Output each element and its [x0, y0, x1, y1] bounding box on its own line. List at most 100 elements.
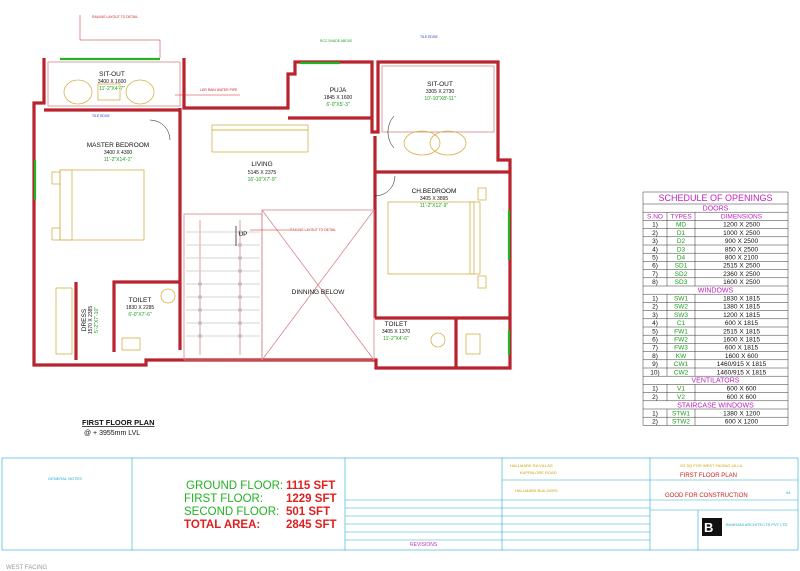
room-ch-bedroom-name: CH.BEDROOM — [412, 188, 457, 195]
title-block — [1, 457, 799, 551]
schedule-cell-type: FW2 — [674, 337, 688, 344]
schedule-table: SCHEDULE OF OPENINGS DOORS S.NO TYPES DIMENS… — [642, 191, 789, 426]
schedule-cell-sno: 6) — [652, 263, 658, 270]
room-puja-dim: 1845 X 1600 — [324, 95, 353, 101]
area-second-label: SECOND FLOOR: — [184, 506, 279, 518]
schedule-cell-type: D2 — [677, 238, 686, 245]
room-labels: SIT-OUT 3400 X 1600 11'-2"X4'-7" PUJA 18… — [81, 71, 456, 342]
area-total-label: TOTAL AREA: — [184, 519, 260, 531]
area-first-value: 1229 SFT — [286, 493, 337, 505]
firm-logo: B — [702, 518, 722, 536]
area-ground-value: 1115 SFT — [286, 480, 335, 492]
schedule-cell-sno: 3) — [652, 238, 658, 245]
schedule-title: SCHEDULE OF OPENINGS — [658, 193, 772, 203]
schedule-cell-sno: 8) — [652, 279, 658, 286]
room-sitout-2-dim: 3305 X 2730 — [426, 89, 455, 95]
schedule-cell-dim: 600 X 1200 — [725, 419, 759, 426]
schedule-cell-sno: 2) — [652, 230, 658, 237]
room-sitout-1-dim: 3400 X 1600 — [98, 79, 127, 85]
drawing-name: G2 SQ FOR WEST FACING VILLA — [680, 463, 743, 468]
schedule-cell-type: SD1 — [675, 263, 688, 270]
schedule-cell-dim: 1460/915 X 1815 — [717, 369, 767, 376]
sheet-number: 04 — [786, 490, 791, 495]
area-summary: GROUND FLOOR: 1115 SFT FIRST FLOOR: 1229… — [184, 480, 337, 531]
schedule-section-2: VENTILATORS — [692, 378, 740, 385]
area-ground-label: GROUND FLOOR: — [186, 480, 283, 492]
project-name: HALLMARK RA VILLAS — [510, 463, 553, 468]
schedule-cell-type: V1 — [677, 386, 685, 393]
schedule-cell-sno: 9) — [652, 361, 658, 368]
room-puja-ft: 6'-0"X5'-3" — [326, 102, 349, 108]
room-sitout-2-name: SIT-OUT — [427, 81, 453, 88]
title-block-text: GENERAL NOTES HALLMARK RA VILLAS KAPPALO… — [48, 463, 791, 548]
schedule-cell-sno: 1) — [652, 222, 658, 229]
room-master-bedroom-name: MASTER BEDROOM — [87, 142, 149, 149]
footer-text: WEST FACING — [6, 565, 48, 571]
schedule-cell-sno: 10) — [650, 369, 659, 376]
schedule-cell-dim: 1600 X 2500 — [723, 279, 760, 286]
room-sitout-1-name: SIT-OUT — [99, 71, 125, 78]
schedule-cell-type: FW3 — [674, 345, 688, 352]
schedule-header: TYPES — [670, 214, 692, 221]
note-drain: LDR RAIN WATER PIPE — [200, 88, 238, 92]
schedule-cell-dim: 1600 X 1815 — [723, 337, 760, 344]
schedule-cell-sno: 2) — [652, 419, 658, 426]
drawing-status: GOOD FOR CONSTRUCTION — [665, 493, 748, 499]
schedule-cell-dim: 2360 X 2500 — [723, 271, 760, 278]
stair-up-label: UP — [238, 231, 247, 238]
note-railing-mid: RAILING LAYOUT TO DETAIL — [290, 228, 336, 232]
general-notes-label: GENERAL NOTES — [48, 476, 82, 481]
schedule-cell-type: STW1 — [672, 410, 690, 417]
door-swings — [149, 115, 396, 197]
area-second-value: 501 SFT — [286, 506, 330, 518]
schedule-cell-type: SD2 — [675, 271, 688, 278]
schedule-cell-dim: 1460/915 X 1815 — [717, 361, 767, 368]
schedule-cell-sno: 1) — [652, 410, 658, 417]
schedule-cell-sno: 1) — [652, 386, 658, 393]
plan-title: FIRST FLOOR PLAN — [82, 418, 155, 427]
schedule-cell-dim: 2515 X 1815 — [723, 328, 760, 335]
schedule-cell-dim: 850 X 2500 — [725, 246, 759, 253]
room-toilet-1-ft: 6'-0"X7'-6" — [128, 312, 151, 318]
schedule-cell-type: FW1 — [674, 328, 688, 335]
note-tile-edge-2: TILE EDGE — [420, 35, 438, 39]
schedule-cell-dim: 1830 X 1815 — [723, 296, 760, 303]
room-living-name: LIVING — [251, 161, 272, 168]
room-ch-bedroom-ft: 11'-2"X12'-9" — [420, 203, 449, 209]
schedule-cell-dim: 1200 X 1815 — [723, 312, 760, 319]
schedule-cell-sno: 6) — [652, 337, 658, 344]
room-toilet-2-name: TOILET — [385, 321, 408, 328]
schedule-cell-sno: 5) — [652, 255, 658, 262]
schedule-cell-type: STW2 — [672, 419, 690, 426]
schedule-section-3: STAIRCASE WINDOWS — [677, 402, 754, 409]
schedule-cell-dim: 1380 X 1815 — [723, 304, 760, 311]
plan-walls — [32, 58, 512, 370]
schedule-cell-type: SW3 — [674, 312, 688, 319]
area-first-label: FIRST FLOOR: — [184, 493, 263, 505]
schedule-cell-sno: 7) — [652, 345, 658, 352]
furniture — [51, 79, 487, 355]
schedule-cell-sno: 2) — [652, 394, 658, 401]
room-living-dim: 5145 X 2375 — [248, 170, 277, 176]
revisions-label: REVISIONS — [410, 542, 438, 548]
floor-plan-drawing: SIT-OUT 3400 X 1600 11'-2"X4'-7" PUJA 18… — [1, 15, 799, 571]
schedule-cell-dim: 1200 X 2500 — [723, 222, 760, 229]
schedule-cell-type: SW2 — [674, 304, 688, 311]
schedule-cell-type: KW — [676, 353, 687, 360]
schedule-cell-sno: 5) — [652, 328, 658, 335]
schedule-cell-sno: 1) — [652, 296, 658, 303]
schedule-cell-dim: 600 X 600 — [727, 394, 757, 401]
schedule-cell-sno: 2) — [652, 304, 658, 311]
drawing-sub: FIRST FLOOR PLAN — [680, 473, 737, 479]
svg-text:B: B — [704, 520, 713, 535]
room-dress-name: DRESS — [81, 308, 88, 331]
schedule-cell-type: D1 — [677, 230, 686, 237]
client-name: HALLMARK BUILDERS — [515, 488, 558, 493]
schedule-cell-sno: 7) — [652, 271, 658, 278]
room-toilet-2-ft: 11'-2"X4'-6" — [383, 336, 409, 342]
note-rcc-shade: RCC SHADE ABOVE — [320, 39, 353, 43]
room-toilet-2-dim: 3405 X 1370 — [382, 329, 411, 335]
schedule-header: S.NO — [647, 214, 663, 221]
schedule-cell-dim: 600 X 1815 — [725, 320, 759, 327]
room-master-bedroom-ft: 11'-2"X14'-1" — [104, 157, 133, 163]
